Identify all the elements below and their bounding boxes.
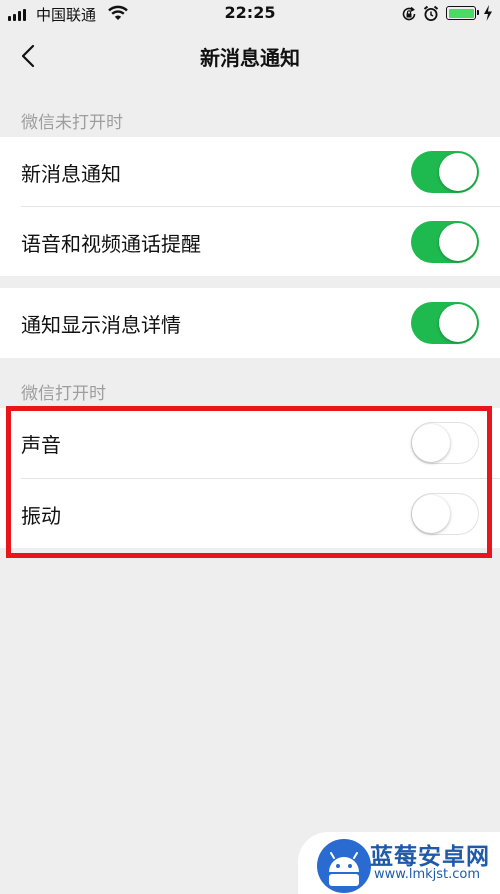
highlight-annotation	[6, 406, 492, 558]
row-label: 语音和视频通话提醒	[21, 232, 201, 256]
row-show-details: 通知显示消息详情	[0, 288, 500, 358]
watermark-url: www.lmkjst.com	[374, 867, 481, 882]
row-new-message: 新消息通知	[0, 137, 500, 207]
settings-group-closed: 新消息通知 语音和视频通话提醒	[0, 137, 500, 276]
android-logo-icon	[317, 839, 371, 893]
toggle-knob	[439, 223, 477, 261]
section-caption-open: 微信打开时	[21, 384, 106, 404]
row-label: 通知显示消息详情	[21, 313, 181, 337]
voice-video-toggle[interactable]	[411, 221, 479, 263]
charging-icon	[484, 5, 492, 21]
rotation-lock-icon	[402, 6, 416, 21]
toggle-knob	[439, 304, 477, 342]
settings-group-details: 通知显示消息详情	[0, 288, 500, 358]
battery-icon	[446, 6, 479, 20]
nav-bar: 新消息通知	[0, 28, 500, 84]
watermark-title: 蓝莓安卓网	[370, 844, 490, 870]
page-title: 新消息通知	[200, 46, 300, 70]
row-voice-video: 语音和视频通话提醒	[0, 207, 500, 277]
show-details-toggle[interactable]	[411, 302, 479, 344]
watermark: 蓝莓安卓网 www.lmkjst.com	[298, 832, 500, 894]
alarm-icon	[423, 5, 439, 21]
toggle-knob	[439, 153, 477, 191]
section-caption-closed: 微信未打开时	[21, 113, 123, 133]
new-message-toggle[interactable]	[411, 151, 479, 193]
row-label: 新消息通知	[21, 162, 121, 186]
status-bar: 中国联通 22:25	[0, 0, 500, 28]
